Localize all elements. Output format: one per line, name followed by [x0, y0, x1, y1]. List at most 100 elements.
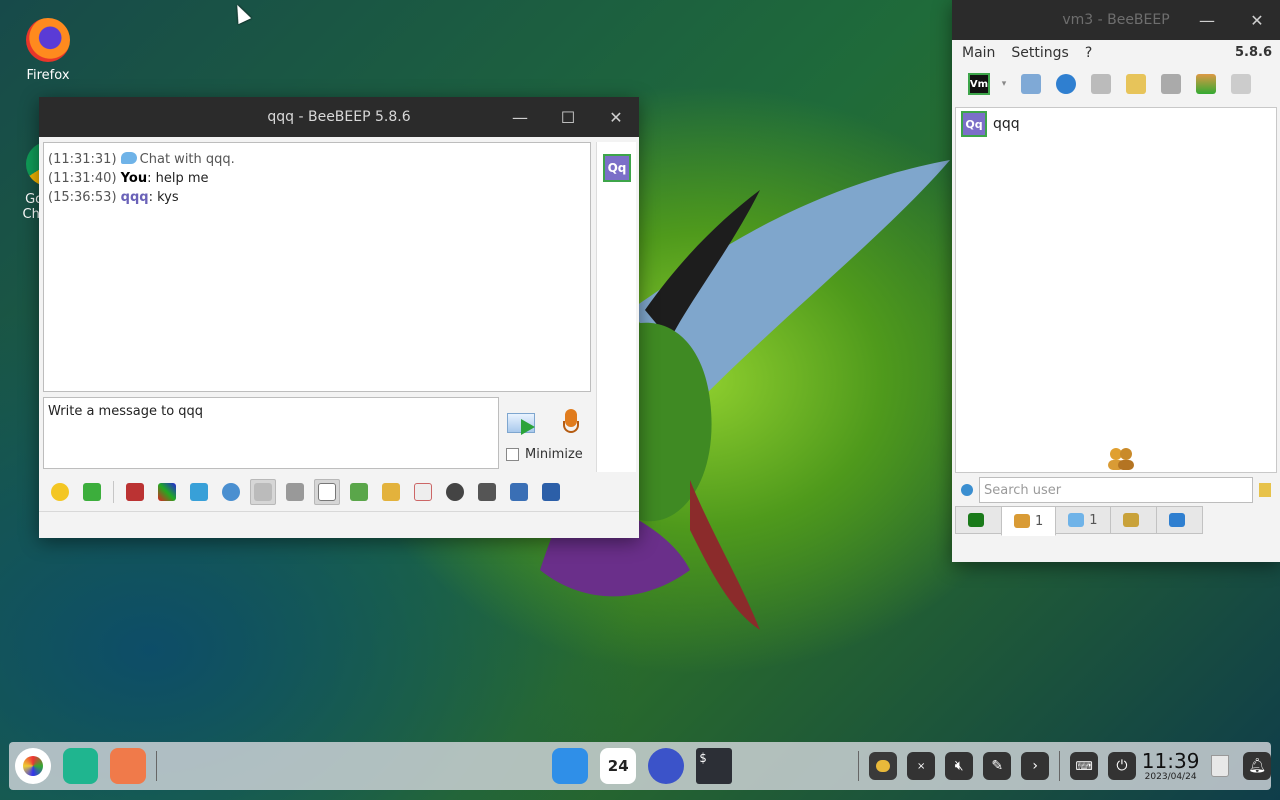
save-button[interactable] — [538, 479, 564, 505]
pencil-icon — [1126, 74, 1146, 94]
beebeep-tray-icon[interactable] — [869, 752, 898, 780]
send-folder-button[interactable] — [378, 479, 404, 505]
message-input[interactable] — [43, 397, 499, 469]
tab-files[interactable] — [1155, 506, 1203, 534]
chat-bubble-icon — [120, 152, 137, 164]
emoticon-button[interactable] — [47, 479, 73, 505]
clock[interactable]: 11:39 2023/04/24 — [1142, 751, 1200, 782]
create-group-button[interactable] — [1088, 71, 1114, 97]
font-icon — [126, 483, 144, 501]
power-icon: ⏻ — [1116, 758, 1128, 774]
user-list[interactable]: Qq qqq — [955, 107, 1277, 473]
desktop-icon-firefox[interactable]: Firefox — [8, 18, 88, 83]
pen-tray-icon[interactable]: ✎ — [983, 752, 1012, 780]
system-tray: × 🔇︎ ✎ › — [869, 752, 1050, 780]
edit-profile-button[interactable] — [1018, 71, 1044, 97]
chat-log[interactable]: (11:31:31) Chat with qqq. (11:31:40) You… — [43, 142, 591, 392]
minimize-option[interactable]: Minimize — [506, 447, 583, 462]
recycle-bin-icon — [1211, 755, 1230, 777]
menu-settings[interactable]: Settings — [1011, 45, 1068, 61]
tray-expand-button[interactable]: › — [1021, 752, 1050, 780]
app-store-button[interactable] — [110, 748, 147, 784]
file-manager-button[interactable] — [552, 748, 589, 784]
spellcheck-button[interactable] — [282, 479, 308, 505]
voice-message-button[interactable] — [561, 409, 581, 439]
terminal-button[interactable]: $ — [696, 748, 733, 784]
tab-chats[interactable]: 1 — [1055, 506, 1111, 534]
peer-avatar[interactable]: Qq — [603, 154, 631, 182]
html-button[interactable] — [410, 479, 436, 505]
notification-button[interactable]: 🔔︎ — [1243, 752, 1272, 780]
tab-groups[interactable] — [1109, 506, 1157, 534]
minimize-button[interactable]: — — [1184, 0, 1230, 40]
user-status-badge[interactable]: Vm — [968, 73, 990, 95]
mute-icon: 🔇︎ — [954, 758, 964, 774]
write-message-button[interactable] — [1123, 71, 1149, 97]
screenshot-button[interactable] — [442, 479, 468, 505]
clear-search-icon[interactable] — [1259, 483, 1271, 497]
font-button[interactable] — [122, 479, 148, 505]
music-note-icon — [318, 483, 336, 501]
profile-card-icon — [1021, 74, 1041, 94]
terminal-button[interactable] — [474, 479, 500, 505]
multitask-view-button[interactable] — [62, 748, 99, 784]
search-options-icon[interactable] — [961, 484, 973, 496]
search-user-input[interactable] — [979, 477, 1253, 503]
launcher-button[interactable] — [15, 748, 51, 784]
close-button[interactable]: ✕ — [1234, 0, 1280, 40]
shared-folder-button[interactable] — [1193, 71, 1219, 97]
broadcast-icon — [1056, 74, 1076, 94]
save-chat-button[interactable] — [79, 479, 105, 505]
network-tray-icon[interactable]: × — [907, 752, 936, 780]
user-avatar: Qq — [961, 111, 987, 137]
menu-help[interactable]: ? — [1085, 45, 1092, 61]
calendar-button[interactable]: 24 — [600, 748, 637, 784]
trash-button[interactable] — [1205, 751, 1235, 781]
chat-message: (11:31:31) Chat with qqq. — [48, 150, 586, 169]
user-list-item[interactable]: Qq qqq — [956, 108, 1276, 140]
settings-button[interactable] — [218, 479, 244, 505]
main-titlebar[interactable]: vm3 - BeeBEEP — ✕ — [952, 0, 1280, 40]
tab-users[interactable]: 1 — [1001, 506, 1057, 536]
minimize-checkbox[interactable] — [506, 448, 519, 461]
color-button[interactable] — [154, 479, 180, 505]
code-icon — [414, 483, 432, 501]
clock-date: 2023/04/24 — [1144, 771, 1197, 782]
keyboard-icon — [254, 483, 272, 501]
export-button[interactable] — [346, 479, 372, 505]
power-button[interactable]: ⏻ — [1108, 752, 1136, 780]
show-toolbar-button[interactable] — [250, 479, 276, 505]
system-settings-button[interactable] — [648, 748, 685, 784]
disconnected-icon: × — [917, 760, 926, 772]
message-text: : help me — [147, 171, 209, 186]
toolbar-separator — [113, 481, 114, 503]
keyboard-icon: ⌨ — [1075, 759, 1093, 773]
network-button[interactable] — [1053, 71, 1079, 97]
tab-home[interactable] — [955, 506, 1002, 534]
volume-tray-icon[interactable]: 🔇︎ — [945, 752, 974, 780]
version-label: 5.8.6 — [1234, 45, 1272, 60]
menu-main[interactable]: Main — [962, 45, 995, 61]
minimize-button[interactable]: — — [497, 97, 543, 137]
chevron-down-icon: ▾ — [1001, 79, 1007, 89]
edit-button[interactable] — [506, 479, 532, 505]
close-button[interactable]: ✕ — [593, 97, 639, 137]
taskbar-separator — [156, 751, 158, 781]
sound-button[interactable] — [314, 479, 340, 505]
chat-titlebar[interactable]: qqq - BeeBEEP 5.8.6 — ☐ ✕ — [39, 97, 639, 137]
filter-icon — [190, 483, 208, 501]
view-tabs: 1 1 — [955, 506, 1203, 536]
chat-toolbar — [47, 477, 564, 507]
status-dropdown-button[interactable]: ▾ — [999, 71, 1009, 97]
chat-message: (15:36:53) qqq: kys — [48, 188, 586, 207]
filter-button[interactable] — [186, 479, 212, 505]
send-file-button[interactable] — [507, 409, 541, 437]
message-time: (15:36:53) — [48, 190, 117, 205]
smiley-icon — [51, 483, 69, 501]
plugins-button[interactable] — [1158, 71, 1184, 97]
trash-icon — [1231, 74, 1251, 94]
keyboard-tray-icon[interactable]: ⌨ — [1070, 752, 1098, 780]
maximize-button[interactable]: ☐ — [545, 97, 591, 137]
message-text: Chat with qqq. — [139, 152, 235, 167]
trash-button[interactable] — [1228, 71, 1254, 97]
